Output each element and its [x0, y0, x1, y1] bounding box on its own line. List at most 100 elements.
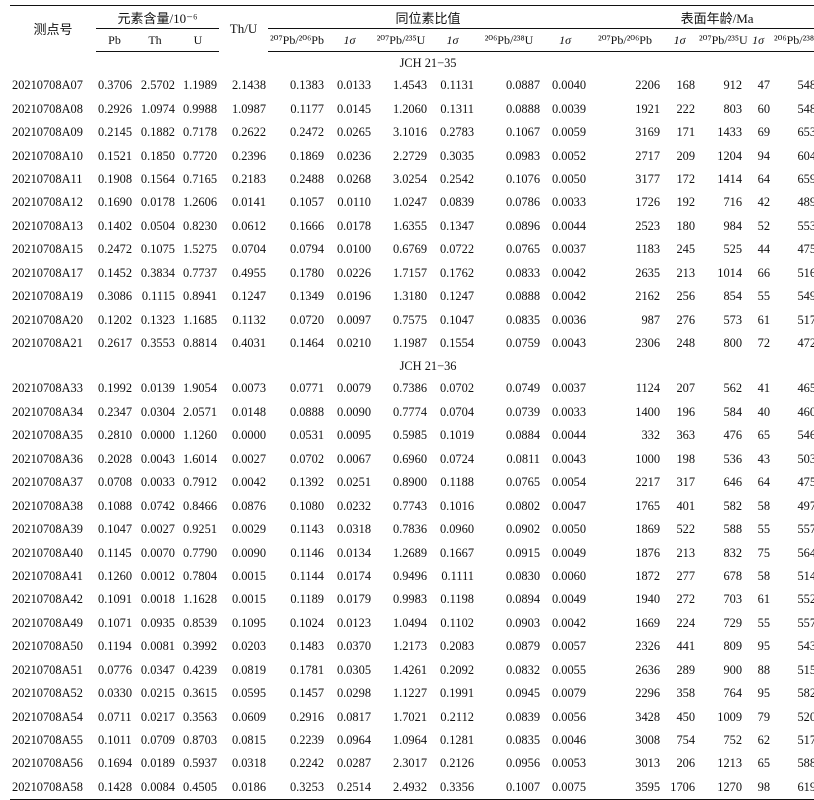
table-cell: 0.7386	[392, 381, 428, 396]
point-id-cell: 20210708A07	[12, 78, 83, 93]
table-cell: 0.1781	[289, 662, 325, 677]
table-cell: 716	[723, 195, 743, 210]
table-cell: 0.0894	[505, 592, 541, 607]
table-cell: 0.7774	[392, 404, 428, 419]
point-id-cell: 20210708A38	[12, 498, 83, 513]
table-cell: 0.7743	[392, 498, 428, 513]
table-cell: 0.1762	[439, 265, 475, 280]
table-cell: 0.9983	[392, 592, 428, 607]
table-cell: 0.0887	[505, 78, 541, 93]
table-cell: 0.1057	[289, 195, 325, 210]
table-cell: 213	[676, 545, 696, 560]
table-cell: 0.3086	[98, 289, 133, 304]
table-cell: 2306	[635, 336, 661, 351]
table-cell: 0.2926	[98, 101, 133, 116]
point-id-cell: 20210708A37	[12, 475, 83, 490]
point-id-cell: 20210708A56	[12, 756, 83, 771]
table-cell: 0.0186	[219, 775, 269, 800]
table-cell: 0.1554	[439, 336, 475, 351]
table-cell: 0.1247	[231, 289, 267, 304]
table-cell: 1213	[717, 756, 743, 771]
table-cell: 0.0504	[140, 218, 175, 233]
table-cell: 0.0983	[505, 148, 541, 163]
table-cell: 3177	[635, 171, 661, 186]
table-cell: 0.0053	[551, 756, 587, 771]
point-id-cell: 20210708A19	[12, 289, 83, 304]
table-header: 测点号 元素含量/10⁻⁶ Th/U 同位素比值 表面年龄/Ma Pb Th U ²⁰…	[10, 5, 814, 52]
table-cell: 0.0215	[140, 686, 175, 701]
table-cell: 0.9988	[182, 101, 218, 116]
table-row: 20210708A37 0.0708 0.0033 0.7912 0.0042 0.139…	[10, 471, 814, 494]
table-cell: 207	[676, 381, 696, 396]
table-cell: 588	[723, 522, 743, 537]
table-cell: 0.0749	[505, 381, 541, 396]
table-cell: 1765	[635, 498, 661, 513]
table-cell: 0.1202	[98, 312, 133, 327]
table-cell: 0.5985	[392, 428, 428, 443]
table-cell: 582	[723, 498, 743, 513]
subheader-cell: 1σ	[326, 28, 374, 52]
table-cell: 0.0722	[439, 242, 475, 257]
table-cell: 0.0876	[231, 498, 267, 513]
table-cell: 66	[757, 265, 771, 280]
table-cell: 703	[723, 592, 743, 607]
table-cell: 0.1402	[98, 218, 133, 233]
table-cell: 546	[797, 428, 814, 443]
table-cell: 0.0033	[551, 195, 587, 210]
table-cell: 245	[676, 242, 696, 257]
table-cell: 0.1564	[140, 171, 175, 186]
table-cell: 1.0247	[392, 195, 428, 210]
table-cell: 0.2472	[98, 242, 133, 257]
table-cell: 2162	[635, 289, 661, 304]
table-cell: 0.2514	[326, 775, 374, 800]
table-cell: 800	[723, 336, 743, 351]
table-cell: 1414	[717, 171, 743, 186]
table-cell: 206	[676, 756, 696, 771]
table-cell: 0.0079	[336, 381, 372, 396]
header-point-id: 测点号	[10, 5, 96, 52]
table-cell: 0.0304	[140, 404, 175, 419]
table-cell: 0.0123	[336, 615, 372, 630]
table-cell: 52	[757, 218, 771, 233]
table-cell: 557	[797, 615, 814, 630]
table-cell: 0.0708	[98, 475, 133, 490]
table-cell: 0.5937	[182, 756, 218, 771]
table-cell: 0.3035	[439, 148, 475, 163]
table-cell: 0.2542	[439, 171, 475, 186]
table-cell: 0.1521	[98, 148, 133, 163]
table-row: 20210708A36 0.2028 0.0043 1.6014 0.0027 0.070…	[10, 448, 814, 471]
table-cell: 0.0073	[231, 381, 267, 396]
table-cell: 900	[723, 662, 743, 677]
table-cell: 0.2622	[231, 125, 267, 140]
table-cell: 0.0776	[98, 662, 133, 677]
table-cell: 0.8814	[182, 336, 218, 351]
table-cell: 1.2060	[392, 101, 428, 116]
table-row: 20210708A40 0.1145 0.0070 0.7790 0.0090 0.114…	[10, 541, 814, 564]
table-cell: 0.0145	[336, 101, 372, 116]
table-row: 20210708A20 0.1202 0.1323 1.1685 0.1132 0.072…	[10, 308, 814, 331]
point-id-cell: 20210708A39	[12, 522, 83, 537]
table-cell: 1.6355	[392, 218, 428, 233]
zircon-data-table: 测点号 元素含量/10⁻⁶ Th/U 同位素比值 表面年龄/Ma Pb Th U ²⁰…	[10, 5, 814, 800]
table-cell: 95	[757, 639, 771, 654]
table-cell: 0.0000	[231, 428, 267, 443]
table-cell: 0.0711	[98, 709, 132, 724]
table-cell: 525	[723, 242, 743, 257]
table-cell: 0.0903	[505, 615, 541, 630]
table-cell: 65	[757, 428, 771, 443]
table-cell: 0.1311	[440, 101, 475, 116]
table-cell: 2.2729	[392, 148, 428, 163]
table-cell: 0.0835	[505, 312, 541, 327]
point-id-cell: 20210708A20	[12, 312, 83, 327]
table-cell: 564	[797, 545, 814, 560]
table-cell: 0.0134	[336, 545, 372, 560]
table-row: 20210708A19 0.3086 0.1115 0.8941 0.1247 0.134…	[10, 285, 814, 308]
table-cell: 0.3615	[182, 686, 218, 701]
table-cell: 0.2617	[98, 336, 133, 351]
point-id-cell: 20210708A49	[12, 615, 83, 630]
table-cell: 0.0835	[505, 733, 541, 748]
table-cell: 0.0759	[505, 336, 541, 351]
table-cell: 0.1177	[290, 101, 325, 116]
table-cell: 0.0133	[336, 78, 372, 93]
table-cell: 0.1067	[505, 125, 541, 140]
